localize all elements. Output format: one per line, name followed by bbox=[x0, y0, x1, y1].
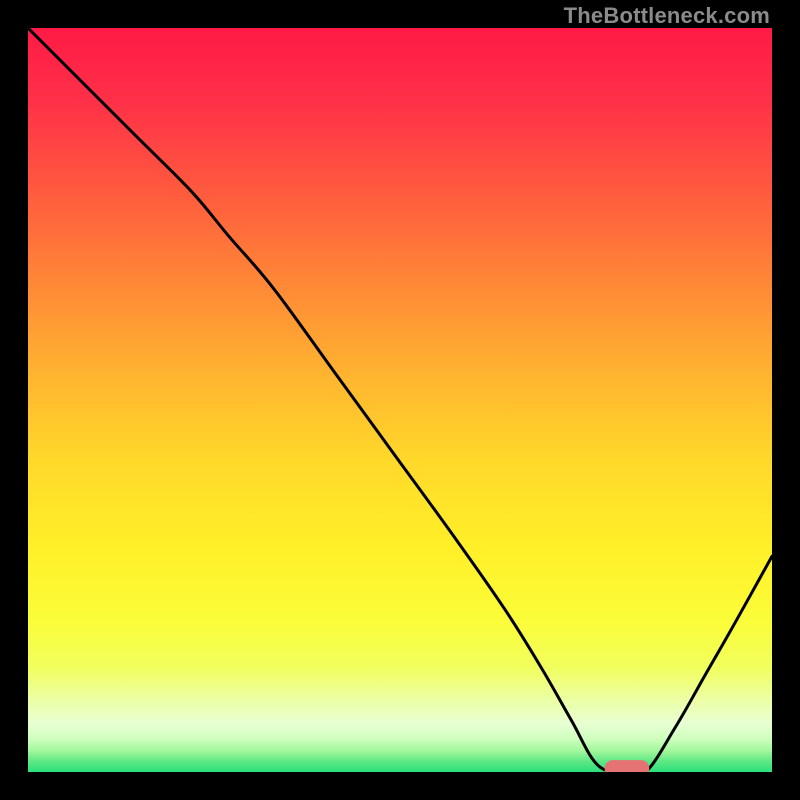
bottleneck-chart bbox=[28, 28, 772, 772]
chart-frame: TheBottleneck.com bbox=[0, 0, 800, 800]
optimal-range-marker bbox=[605, 760, 650, 772]
watermark-text: TheBottleneck.com bbox=[564, 3, 770, 29]
